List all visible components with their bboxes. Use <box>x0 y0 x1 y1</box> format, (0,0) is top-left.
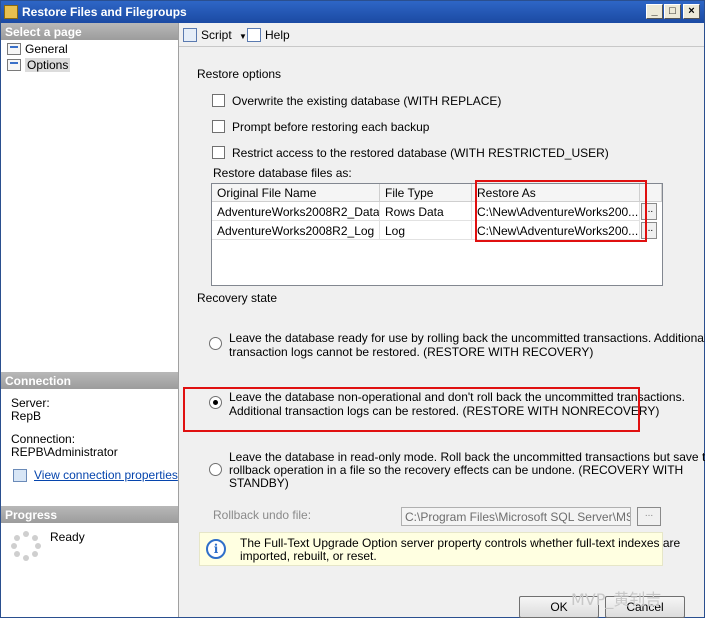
script-icon <box>183 28 197 42</box>
window-title: Restore Files and Filegroups <box>22 5 187 19</box>
overwrite-checkbox[interactable] <box>212 94 225 107</box>
properties-icon <box>13 469 27 482</box>
recovery-option-text: Leave the database ready for use by roll… <box>229 331 705 359</box>
minimize-button[interactable]: _ <box>646 4 663 19</box>
page-icon <box>7 59 21 71</box>
help-icon <box>247 28 261 42</box>
restore-dialog: Restore Files and Filegroups _ □ × Selec… <box>0 0 705 618</box>
watermark-text: MVP_黄钊吉 <box>571 590 662 609</box>
table-row-cell[interactable]: Log <box>380 221 472 240</box>
restore-options-label: Restore options <box>197 67 282 81</box>
app-icon <box>4 5 18 19</box>
toolbar: Script ▼ Help <box>179 23 704 47</box>
rollback-browse-button[interactable]: ... <box>637 507 661 526</box>
recovery-radio[interactable] <box>209 337 222 350</box>
close-button[interactable]: × <box>683 4 700 19</box>
page-item-general[interactable]: General <box>5 41 68 57</box>
table-row-cell[interactable]: AdventureWorks2008R2_Log <box>212 221 380 240</box>
table-row-cell[interactable]: AdventureWorks2008R2_Data <box>212 202 380 221</box>
restrict-access-checkbox[interactable] <box>212 146 225 159</box>
progress-header: Progress <box>1 506 178 523</box>
rollback-undo-label: Rollback undo file: <box>213 508 312 522</box>
info-text: The Full-Text Upgrade Option server prop… <box>240 536 681 563</box>
help-button[interactable]: Help <box>247 27 290 43</box>
restore-files-label: Restore database files as: <box>213 166 352 180</box>
info-icon: i <box>206 539 226 559</box>
title-bar: Restore Files and Filegroups _ □ × <box>1 1 704 23</box>
connection-header: Connection <box>1 372 178 389</box>
highlight-box-norecovery <box>183 387 640 432</box>
column-header-file-type[interactable]: File Type <box>380 184 472 202</box>
server-value: RepB <box>11 409 42 423</box>
progress-status: Ready <box>50 530 85 544</box>
page-item-label: General <box>25 42 68 56</box>
restrict-access-label: Restrict access to the restored database… <box>232 146 609 160</box>
standby-radio[interactable] <box>209 463 222 476</box>
select-page-header: Select a page <box>1 23 178 40</box>
page-icon <box>7 43 21 55</box>
page-item-label: Options <box>25 58 71 72</box>
highlight-box-restore-as <box>475 180 647 242</box>
view-connection-properties-link[interactable]: View connection properties <box>34 469 178 482</box>
overwrite-label: Overwrite the existing database (WITH RE… <box>232 94 502 108</box>
options-panel: Restore options Overwrite the existing d… <box>179 48 705 574</box>
prompt-checkbox[interactable] <box>212 120 225 133</box>
script-label: Script <box>201 28 232 42</box>
progress-spinner-icon <box>11 531 41 561</box>
script-button[interactable]: Script ▼ <box>183 27 247 43</box>
table-row-cell[interactable]: Rows Data <box>380 202 472 221</box>
maximize-button[interactable]: □ <box>664 4 681 19</box>
left-pane: Select a page General Options Connection… <box>1 23 179 617</box>
standby-option-text: Leave the database in read-only mode. Ro… <box>229 450 705 490</box>
column-header-original-file[interactable]: Original File Name <box>212 184 380 202</box>
info-banner: i The Full-Text Upgrade Option server pr… <box>199 532 680 566</box>
rollback-undo-file-field[interactable]: C:\Program Files\Microsoft SQL Server\MS… <box>401 507 631 526</box>
connection-value: REPB\Administrator <box>11 445 118 459</box>
chevron-down-icon: ▼ <box>239 32 247 41</box>
prompt-label: Prompt before restoring each backup <box>232 120 430 134</box>
page-item-options[interactable]: Options <box>5 57 71 73</box>
recovery-state-label: Recovery state <box>197 291 278 305</box>
help-label: Help <box>265 28 290 42</box>
